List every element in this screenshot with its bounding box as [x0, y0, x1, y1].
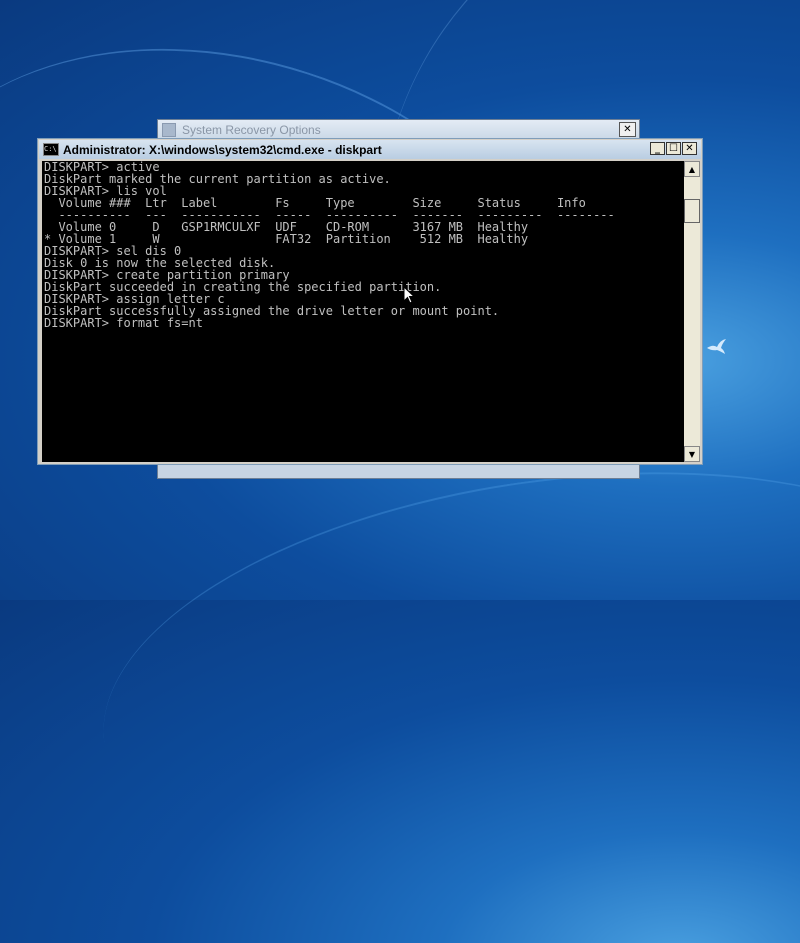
scroll-down-button[interactable]: ▼ [684, 446, 700, 462]
scroll-up-button[interactable]: ▲ [684, 161, 700, 177]
close-button[interactable]: ✕ [619, 122, 636, 137]
cmd-app-icon: C:\ [43, 143, 59, 156]
bird-icon [707, 339, 726, 354]
system-recovery-title: System Recovery Options [182, 123, 321, 137]
cmd-title-bar[interactable]: C:\ Administrator: X:\windows\system32\c… [39, 140, 701, 159]
close-icon: ✕ [685, 143, 694, 154]
mouse-pointer-icon [403, 286, 415, 304]
system-recovery-title-bar[interactable]: System Recovery Options [158, 120, 639, 140]
scroll-thumb[interactable] [684, 199, 700, 223]
maximize-icon: ☐ [669, 143, 678, 154]
vertical-scrollbar[interactable]: ▲ ▼ [684, 161, 700, 462]
cmd-window-title: Administrator: X:\windows\system32\cmd.e… [63, 142, 382, 157]
minimize-icon: _ [655, 143, 660, 154]
minimize-button[interactable]: _ [650, 142, 665, 155]
recovery-app-icon [162, 123, 176, 137]
up-arrow-icon: ▲ [688, 164, 696, 174]
close-button[interactable]: ✕ [682, 142, 697, 155]
console-output[interactable]: DISKPART> active DiskPart marked the cur… [42, 161, 684, 462]
console-prompt-line[interactable]: DISKPART> format fs=nt [42, 317, 684, 329]
cmd-window[interactable]: C:\ Administrator: X:\windows\system32\c… [37, 138, 703, 465]
down-arrow-icon: ▼ [688, 449, 696, 459]
close-icon: ✕ [623, 124, 632, 135]
maximize-button[interactable]: ☐ [666, 142, 681, 155]
